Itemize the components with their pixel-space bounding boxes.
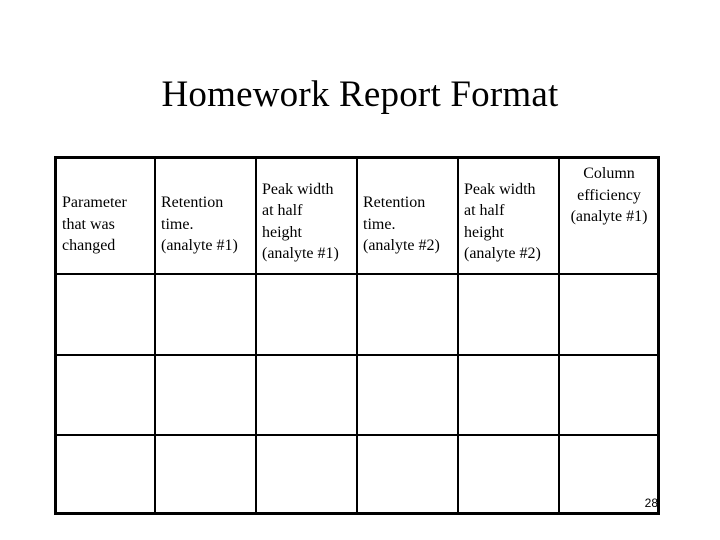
table-cell[interactable]	[57, 275, 154, 354]
table-cell[interactable]	[156, 356, 255, 434]
header-column-efficiency: Column efficiency (analyte #1)	[570, 165, 648, 225]
table-cell[interactable]	[257, 275, 356, 354]
slide-title: Homework Report Format	[161, 74, 559, 115]
table-cell[interactable]	[156, 436, 255, 512]
table-cell[interactable]	[57, 436, 154, 512]
table-cell[interactable]	[459, 275, 558, 354]
header-peak-width-analyte-2: Peak width at half height (analyte #2)	[464, 180, 541, 263]
table-cell[interactable]	[459, 356, 558, 434]
page-number: 28	[644, 496, 658, 510]
table-cell[interactable]	[358, 356, 457, 434]
table-cell[interactable]	[459, 436, 558, 512]
table-cell[interactable]	[257, 436, 356, 512]
header-retention-time-analyte-1: Retention time. (analyte #1)	[161, 194, 238, 255]
table-cell[interactable]	[156, 275, 255, 354]
table-cell[interactable]	[358, 436, 457, 512]
table-cell[interactable]	[257, 356, 356, 434]
table-cell[interactable]	[57, 356, 154, 434]
header-retention-time-analyte-2: Retention time. (analyte #2)	[363, 194, 440, 255]
header-peak-width-analyte-1: Peak width at half height (analyte #1)	[262, 180, 339, 263]
table-cell[interactable]	[560, 356, 658, 434]
report-table: Parameter that was changed Retention tim…	[54, 156, 660, 515]
table-cell[interactable]	[560, 275, 658, 354]
header-parameter-changed: Parameter that was changed	[62, 194, 127, 255]
table-cell[interactable]	[358, 275, 457, 354]
